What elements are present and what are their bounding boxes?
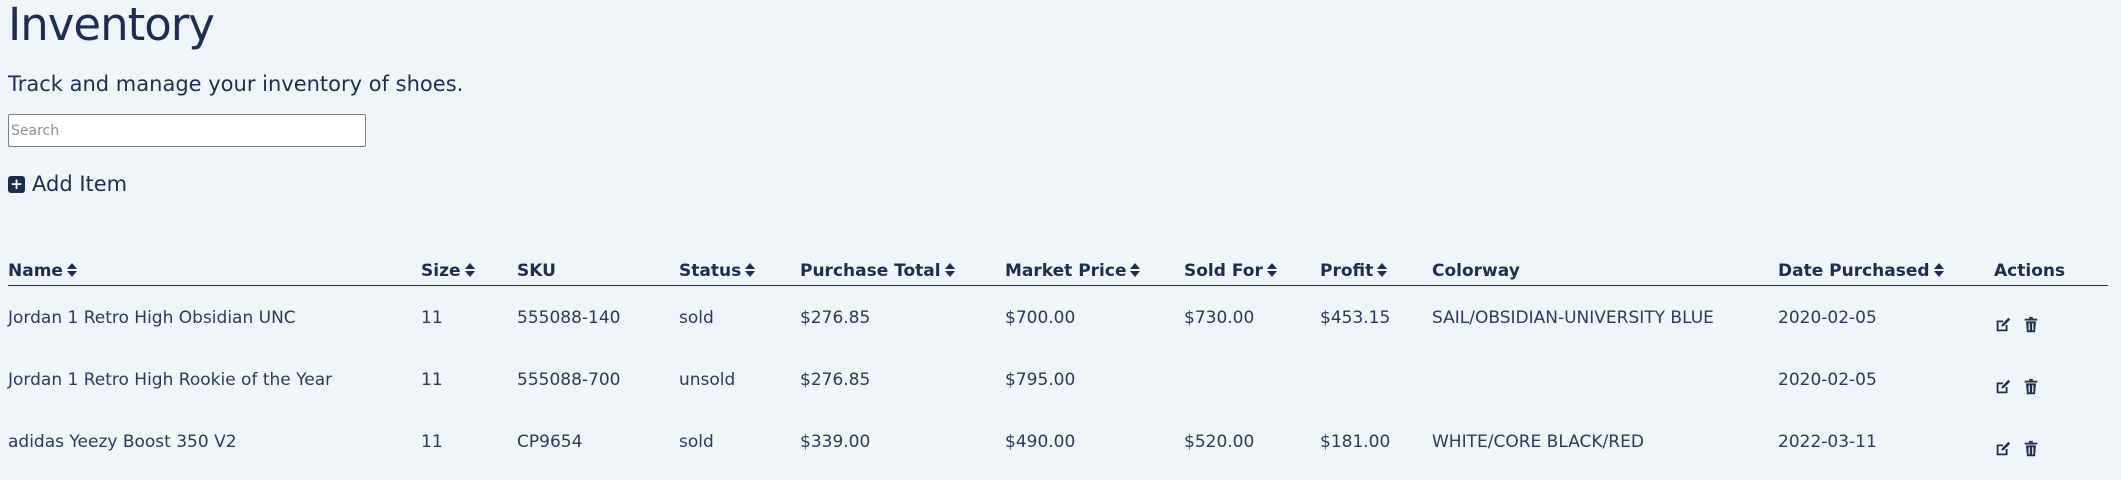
column-header-label: SKU <box>517 260 556 281</box>
cell-colorway: SAIL/OBSIDIAN-UNIVERSITY BLUE <box>1432 308 1714 329</box>
cell-market-price: $700.00 <box>1005 308 1076 329</box>
sort-icon[interactable] <box>1377 262 1388 277</box>
column-header-label: Date Purchased <box>1778 260 1930 281</box>
edit-icon[interactable] <box>1994 316 2012 334</box>
column-header-label: Status <box>679 260 742 281</box>
column-header-label: Size <box>421 260 461 281</box>
column-header-colorway: Colorway <box>1432 250 1778 286</box>
column-header-actions: Actions <box>1994 250 2108 286</box>
column-header-sold-for[interactable]: Sold For <box>1184 250 1320 286</box>
table-header: Name Size SKU Status Purchase Total Market Pr… <box>8 250 2108 286</box>
cell-date-purchased: 2022-03-11 <box>1778 432 1877 452</box>
cell-status: sold <box>679 432 714 452</box>
column-header-label: Market Price <box>1005 260 1127 281</box>
trash-icon[interactable] <box>2022 378 2040 396</box>
search-input[interactable] <box>8 114 366 147</box>
inventory-page: Inventory Track and manage your inventor… <box>0 0 2121 480</box>
column-header-label: Colorway <box>1432 260 1520 281</box>
add-item-button[interactable]: + Add Item <box>8 170 127 198</box>
cell-sku: CP9654 <box>517 432 583 452</box>
cell-sold-for: $520.00 <box>1184 432 1255 452</box>
cell-colorway: WHITE/CORE BLACK/RED <box>1432 432 1644 452</box>
cell-purchase-total: $276.85 <box>800 308 871 329</box>
cell-purchase-total: $276.85 <box>800 370 871 390</box>
plus-square-icon: + <box>8 175 25 193</box>
cell-status: sold <box>679 308 714 329</box>
cell-profit: $181.00 <box>1320 432 1391 452</box>
column-header-status[interactable]: Status <box>679 250 800 286</box>
table-row: Jordan 1 Retro High Rookie of the Year 11… <box>8 347 2108 409</box>
table-row: adidas Yeezy Boost 350 V2 11 CP9654 sold $33… <box>8 409 2108 471</box>
cell-actions <box>1994 409 2108 471</box>
cell-profit: $453.15 <box>1320 308 1391 329</box>
column-header-label: Name <box>8 260 63 281</box>
cell-sku: 555088-140 <box>517 308 621 329</box>
cell-date-purchased: 2020-02-05 <box>1778 308 1877 329</box>
cell-name: adidas Yeezy Boost 350 V2 <box>8 432 237 452</box>
sort-icon[interactable] <box>1933 262 1944 277</box>
cell-sold-for: $730.00 <box>1184 308 1255 329</box>
cell-date-purchased: 2020-02-05 <box>1778 370 1877 390</box>
cell-colorway <box>1432 347 1778 409</box>
column-header-label: Actions <box>1994 260 2066 281</box>
page-title: Inventory <box>8 0 215 51</box>
edit-icon[interactable] <box>1994 440 2012 458</box>
page-subtitle: Track and manage your inventory of shoes… <box>8 72 464 96</box>
column-header-market-price[interactable]: Market Price <box>1005 250 1184 286</box>
column-header-date-purchased[interactable]: Date Purchased <box>1778 250 1994 286</box>
edit-icon[interactable] <box>1994 378 2012 396</box>
header-row: Name Size SKU Status Purchase Total Market Pr… <box>8 250 2108 286</box>
cell-name: Jordan 1 Retro High Rookie of the Year <box>8 370 333 390</box>
table-row: Jordan 1 Retro High Obsidian UNC 11 555088… <box>8 285 2108 347</box>
column-header-profit[interactable]: Profit <box>1320 250 1432 286</box>
sort-icon[interactable] <box>464 262 475 277</box>
sort-icon[interactable] <box>745 262 756 277</box>
inventory-table: Name Size SKU Status Purchase Total Market Pr… <box>8 250 2108 471</box>
cell-status: unsold <box>679 370 736 390</box>
sort-icon[interactable] <box>66 262 77 277</box>
cell-market-price: $795.00 <box>1005 370 1076 390</box>
cell-actions <box>1994 285 2108 347</box>
column-header-purchase-total[interactable]: Purchase Total <box>800 250 1005 286</box>
cell-size: 11 <box>421 308 443 329</box>
cell-sku: 555088-700 <box>517 370 621 390</box>
trash-icon[interactable] <box>2022 440 2040 458</box>
sort-icon[interactable] <box>1130 262 1141 277</box>
column-header-size[interactable]: Size <box>421 250 517 286</box>
column-header-sku: SKU <box>517 250 679 286</box>
sort-icon[interactable] <box>944 262 955 277</box>
cell-sold-for <box>1184 347 1320 409</box>
cell-market-price: $490.00 <box>1005 432 1076 452</box>
cell-name: Jordan 1 Retro High Obsidian UNC <box>8 308 296 329</box>
cell-size: 11 <box>421 370 443 390</box>
cell-profit <box>1320 347 1432 409</box>
add-item-label: Add Item <box>32 172 128 196</box>
column-header-label: Sold For <box>1184 260 1263 281</box>
cell-size: 11 <box>421 432 443 452</box>
table-body: Jordan 1 Retro High Obsidian UNC 11 555088… <box>8 285 2108 471</box>
column-header-label: Purchase Total <box>800 260 941 281</box>
cell-actions <box>1994 347 2108 409</box>
column-header-name[interactable]: Name <box>8 250 421 286</box>
column-header-label: Profit <box>1320 260 1374 281</box>
trash-icon[interactable] <box>2022 316 2040 334</box>
cell-purchase-total: $339.00 <box>800 432 871 452</box>
sort-icon[interactable] <box>1266 262 1277 277</box>
